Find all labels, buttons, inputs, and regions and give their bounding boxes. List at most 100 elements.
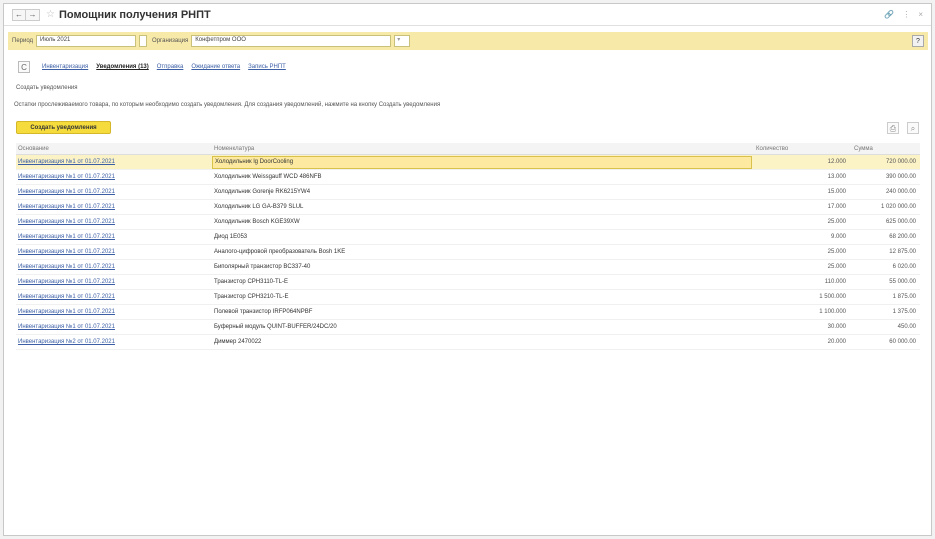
sum-cell: 12 875.00 xyxy=(889,249,916,255)
sum-cell: 390 000.00 xyxy=(885,174,916,180)
column-header-quantity[interactable]: Количество xyxy=(752,146,850,152)
nomenclature-cell[interactable]: Диод 1E053 xyxy=(212,234,752,240)
section-title: Создать уведомления xyxy=(16,85,78,91)
forward-icon[interactable]: → xyxy=(26,8,40,21)
quantity-cell: 20.000 xyxy=(827,339,846,345)
nomenclature-cell[interactable]: Полевой транзистор IRFP064NPBF xyxy=(212,309,752,315)
hint-text: Остатки прослеживаемого товара, по котор… xyxy=(14,102,441,108)
sum-cell: 240 000.00 xyxy=(885,189,916,195)
quantity-cell: 13.000 xyxy=(827,174,846,180)
basis-link[interactable]: Инвентаризация №1 от 01.07.2021 xyxy=(16,174,212,180)
tab-rnpt-record[interactable]: Запись РНПТ xyxy=(248,64,286,70)
nomenclature-cell[interactable]: Аналого-цифровой преобразователь Bosh 1K… xyxy=(212,249,752,255)
table-tools: ⎙ ⌕ xyxy=(887,122,919,134)
print-icon[interactable]: ⎙ xyxy=(887,122,899,134)
sum-cell: 720 000.00 xyxy=(885,159,916,165)
tab-awaiting-response[interactable]: Ожидание ответа xyxy=(191,64,240,70)
star-icon[interactable]: ☆ xyxy=(46,9,55,20)
table-row[interactable]: Инвентаризация №1 от 01.07.2021 Холодиль… xyxy=(16,155,920,170)
nomenclature-cell[interactable]: Холодильник Weissgauff WCD 486NFB xyxy=(212,174,752,180)
sum-cell: 625 000.00 xyxy=(885,219,916,225)
column-header-basis[interactable]: Основание xyxy=(16,146,212,152)
basis-link[interactable]: Инвентаризация №1 от 01.07.2021 xyxy=(16,189,212,195)
table-row[interactable]: Инвентаризация №1 от 01.07.2021 Холодиль… xyxy=(16,170,920,185)
title-bar: ← → ☆ Помощник получения РНПТ 🔗 ⋮ × xyxy=(4,4,931,26)
table-row[interactable]: Инвентаризация №1 от 01.07.2021 Холодиль… xyxy=(16,185,920,200)
tab-sending[interactable]: Отправка xyxy=(157,64,184,70)
table-row[interactable]: Инвентаризация №1 от 01.07.2021 Диод 1E0… xyxy=(16,230,920,245)
back-icon[interactable]: ← xyxy=(12,8,26,21)
table-row[interactable]: Инвентаризация №1 от 01.07.2021 Транзист… xyxy=(16,275,920,290)
table-row[interactable]: Инвентаризация №1 от 01.07.2021 Холодиль… xyxy=(16,215,920,230)
nomenclature-cell[interactable]: Холодильник Bosch KGE39XW xyxy=(212,219,752,225)
close-icon[interactable]: × xyxy=(918,10,923,19)
nomenclature-cell[interactable]: Холодильник lg DoorCooling xyxy=(212,155,752,169)
basis-link[interactable]: Инвентаризация №1 от 01.07.2021 xyxy=(16,294,212,300)
window-controls: 🔗 ⋮ × xyxy=(884,10,923,19)
tab-bar: C Инвентаризация Уведомления (13) Отправ… xyxy=(18,61,286,73)
table-row[interactable]: Инвентаризация №2 от 01.07.2021 Диммер 2… xyxy=(16,335,920,350)
quantity-cell: 1 500.000 xyxy=(819,294,846,300)
table-row[interactable]: Инвентаризация №1 от 01.07.2021 Буферный… xyxy=(16,320,920,335)
table-row[interactable]: Инвентаризация №1 от 01.07.2021 Биполярн… xyxy=(16,260,920,275)
tab-inventory[interactable]: Инвентаризация xyxy=(42,64,88,70)
nomenclature-cell[interactable]: Диммер 2470022 xyxy=(212,339,752,345)
table-header: Основание Номенклатура Количество Сумма xyxy=(16,143,920,155)
sum-cell: 68 200.00 xyxy=(889,234,916,240)
help-button[interactable]: ? xyxy=(912,35,924,47)
table-row[interactable]: Инвентаризация №1 от 01.07.2021 Аналого-… xyxy=(16,245,920,260)
basis-link[interactable]: Инвентаризация №1 от 01.07.2021 xyxy=(16,324,212,330)
filter-bar: Период Июль 2021 Организация Конфетпром … xyxy=(8,32,928,50)
quantity-cell: 12.000 xyxy=(827,159,846,165)
app-window: ← → ☆ Помощник получения РНПТ 🔗 ⋮ × Пери… xyxy=(3,3,932,536)
table-row[interactable]: Инвентаризация №1 от 01.07.2021 Транзист… xyxy=(16,290,920,305)
quantity-cell: 25.000 xyxy=(827,219,846,225)
nomenclature-cell[interactable]: Биполярный транзистор BC337-40 xyxy=(212,264,752,270)
quantity-cell: 30.000 xyxy=(827,324,846,330)
quantity-cell: 15.000 xyxy=(827,189,846,195)
notifications-table: Основание Номенклатура Количество Сумма … xyxy=(16,143,920,350)
quantity-cell: 1 100.000 xyxy=(819,309,846,315)
sum-cell: 1 875.00 xyxy=(892,294,916,300)
sum-cell: 450.00 xyxy=(897,324,916,330)
window-title: Помощник получения РНПТ xyxy=(58,8,211,21)
period-input[interactable]: Июль 2021 xyxy=(36,35,137,47)
quantity-cell: 25.000 xyxy=(827,249,846,255)
sum-cell: 6 020.00 xyxy=(892,264,916,270)
table-row[interactable]: Инвентаризация №1 от 01.07.2021 Полевой … xyxy=(16,305,920,320)
column-header-sum[interactable]: Сумма xyxy=(850,146,920,152)
nomenclature-cell[interactable]: Транзистор CPH3110-TL-E xyxy=(212,279,752,285)
sum-cell: 1 375.00 xyxy=(892,309,916,315)
quantity-cell: 9.000 xyxy=(830,234,846,240)
nomenclature-cell[interactable]: Транзистор CPH3210-TL-E xyxy=(212,294,752,300)
basis-link[interactable]: Инвентаризация №1 от 01.07.2021 xyxy=(16,279,212,285)
period-select-button[interactable] xyxy=(139,35,148,47)
tab-notifications[interactable]: Уведомления (13) xyxy=(96,64,149,70)
basis-link[interactable]: Инвентаризация №1 от 01.07.2021 xyxy=(16,219,212,225)
sum-cell: 60 000.00 xyxy=(889,339,916,345)
quantity-cell: 17.000 xyxy=(827,204,846,210)
organization-input[interactable]: Конфетпром ООО xyxy=(191,35,392,47)
nomenclature-cell[interactable]: Буферный модуль QUINT-BUFFER/24DC/20 xyxy=(212,324,752,330)
search-icon[interactable]: ⌕ xyxy=(907,122,919,134)
basis-link[interactable]: Инвентаризация №1 от 01.07.2021 xyxy=(16,159,212,165)
basis-link[interactable]: Инвентаризация №1 от 01.07.2021 xyxy=(16,249,212,255)
basis-link[interactable]: Инвентаризация №1 от 01.07.2021 xyxy=(16,204,212,210)
table-row[interactable]: Инвентаризация №1 от 01.07.2021 Холодиль… xyxy=(16,200,920,215)
organization-select-icon[interactable]: ▾ xyxy=(394,35,411,47)
basis-link[interactable]: Инвентаризация №1 от 01.07.2021 xyxy=(16,309,212,315)
basis-link[interactable]: Инвентаризация №1 от 01.07.2021 xyxy=(16,264,212,270)
quantity-cell: 25.000 xyxy=(827,264,846,270)
nomenclature-cell[interactable]: Холодильник LG GA-B379 SLUL xyxy=(212,204,752,210)
organization-label: Организация xyxy=(152,38,189,44)
link-icon[interactable]: 🔗 xyxy=(884,10,894,19)
column-header-nomenclature[interactable]: Номенклатура xyxy=(212,146,752,152)
refresh-icon[interactable]: C xyxy=(18,61,30,73)
basis-link[interactable]: Инвентаризация №1 от 01.07.2021 xyxy=(16,234,212,240)
basis-link[interactable]: Инвентаризация №2 от 01.07.2021 xyxy=(16,339,212,345)
sum-cell: 55 000.00 xyxy=(889,279,916,285)
nomenclature-cell[interactable]: Холодильник Gorenje RK6215YW4 xyxy=(212,189,752,195)
period-label: Период xyxy=(12,38,34,44)
more-menu-icon[interactable]: ⋮ xyxy=(902,10,910,19)
create-notifications-button[interactable]: Создать уведомления xyxy=(16,121,111,134)
